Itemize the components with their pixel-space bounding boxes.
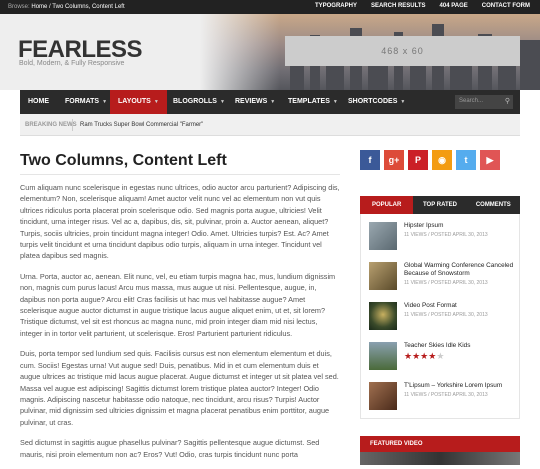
social-icons: f g+ P ◉ t ▶ [360,150,504,170]
sidebar-tabs: POPULAR TOP RATED COMMENTS [360,196,520,214]
google-plus-icon[interactable]: g+ [384,150,404,170]
youtube-icon[interactable]: ▶ [480,150,500,170]
popular-posts-list: Hipster Ipsum 11 VIEWS / POSTED APRIL 30… [360,214,520,419]
article-paragraph: Duis, porta tempor sed lundium sed quis.… [20,349,339,427]
post-meta: 11 VIEWS / POSTED APRIL 30, 2013 [404,312,488,318]
search-placeholder: Search... [459,98,484,104]
featured-video-thumbnail[interactable] [360,452,520,465]
post-thumbnail[interactable] [369,382,397,410]
chevron-down-icon: ▼ [332,99,338,105]
chevron-down-icon: ▼ [102,99,108,105]
site-header: FEARLESS Bold, Modern, & Fully Responsiv… [0,14,540,90]
search-icon[interactable]: ⚲ [505,97,510,105]
nav-templates[interactable]: TEMPLATES ▼ [280,90,346,114]
pinterest-icon[interactable]: P [408,150,428,170]
chevron-down-icon: ▼ [153,99,159,105]
post-title-link[interactable]: T'Lipsum – Yorkshire Lorem Ipsum [404,382,516,390]
breadcrumb: Browse: Home / Two Columns, Content Left [8,4,125,10]
post-meta: 11 VIEWS / POSTED APRIL 30, 2013 [404,280,488,286]
article-body: Cum aliquam nunc scelerisque in egestas … [20,182,340,469]
featured-video-header: FEATURED VIDEO [360,436,520,452]
chevron-down-icon: ▼ [400,99,406,105]
rating-stars: ★★★★★ [404,351,444,362]
post-title-link[interactable]: Global Warming Conference Canceled Becau… [404,262,516,278]
divider [72,119,73,131]
post-title-link[interactable]: Hipster Ipsum [404,222,516,230]
list-item[interactable]: Global Warming Conference Canceled Becau… [369,262,517,292]
list-item[interactable]: T'Lipsum – Yorkshire Lorem Ipsum 11 VIEW… [369,382,517,412]
post-thumbnail[interactable] [369,262,397,290]
facebook-icon[interactable]: f [360,150,380,170]
nav-reviews[interactable]: REVIEWS ▼ [227,90,283,114]
top-nav: TYPOGRAPHY SEARCH RESULTS 404 PAGE CONTA… [301,3,530,9]
list-item[interactable]: Video Post Format 11 VIEWS / POSTED APRI… [369,302,517,332]
topnav-contact-link[interactable]: CONTACT FORM [482,3,530,9]
breadcrumb-current: / Two Columns, Content Left [49,4,125,10]
breaking-news-bar: BREAKING NEWS Ram Trucks Super Bowl Comm… [20,114,520,136]
breaking-news-link[interactable]: Ram Trucks Super Bowl Commercial "Farmer… [80,114,203,136]
post-thumbnail[interactable] [369,222,397,250]
search-input[interactable]: Search... ⚲ [455,95,513,109]
article-paragraph: Urna. Porta, auctor ac, aenean. Elit nun… [20,271,336,338]
breadcrumb-home-link[interactable]: Home [31,4,47,10]
nav-blogrolls[interactable]: BLOGROLLS ▼ [165,90,233,114]
ad-banner[interactable]: 468 x 60 [285,36,520,66]
tab-popular[interactable]: POPULAR [360,196,414,214]
post-thumbnail[interactable] [369,342,397,370]
rss-icon[interactable]: ◉ [432,150,452,170]
topnav-404-link[interactable]: 404 PAGE [440,3,468,9]
nav-shortcodes[interactable]: SHORTCODES ▼ [340,90,413,114]
top-bar: Browse: Home / Two Columns, Content Left… [0,0,540,14]
list-item[interactable]: Teacher Skies Idle Kids ★★★★★ [369,342,517,372]
star-icon: ★ [404,351,413,361]
topnav-search-results-link[interactable]: SEARCH RESULTS [371,3,426,9]
nav-layouts[interactable]: LAYOUTS ▼ [110,90,167,114]
star-icon: ★ [412,351,421,361]
chevron-down-icon: ▼ [219,99,225,105]
post-thumbnail[interactable] [369,302,397,330]
nav-home[interactable]: HOME [20,90,57,114]
post-title-link[interactable]: Teacher Skies Idle Kids [404,342,516,350]
chevron-down-icon: ▼ [270,99,276,105]
breadcrumb-label: Browse: [8,4,30,10]
list-item[interactable]: Hipster Ipsum 11 VIEWS / POSTED APRIL 30… [369,222,517,252]
post-title-link[interactable]: Video Post Format [404,302,516,310]
tab-top-rated[interactable]: TOP RATED [413,196,466,214]
twitter-icon[interactable]: t [456,150,476,170]
star-icon: ★ [436,351,445,361]
main-nav: HOME FORMATS ▼ LAYOUTS ▼ BLOGROLLS ▼ REVIEW… [20,90,520,114]
breaking-news-label: BREAKING NEWS [25,122,77,128]
nav-formats[interactable]: FORMATS ▼ [57,90,115,114]
post-meta: 11 VIEWS / POSTED APRIL 30, 2013 [404,392,488,398]
post-meta: 11 VIEWS / POSTED APRIL 30, 2013 [404,232,488,238]
article-paragraph: Sed dictumst in sagittis augue phasellus… [20,438,320,459]
site-tagline: Bold, Modern, & Fully Responsive [19,60,125,67]
article-paragraph: Cum aliquam nunc scelerisque in egestas … [20,183,340,261]
page-title: Two Columns, Content Left [20,152,227,169]
topnav-typography-link[interactable]: TYPOGRAPHY [315,3,357,9]
tab-comments[interactable]: COMMENTS [467,196,520,214]
divider [20,174,340,175]
